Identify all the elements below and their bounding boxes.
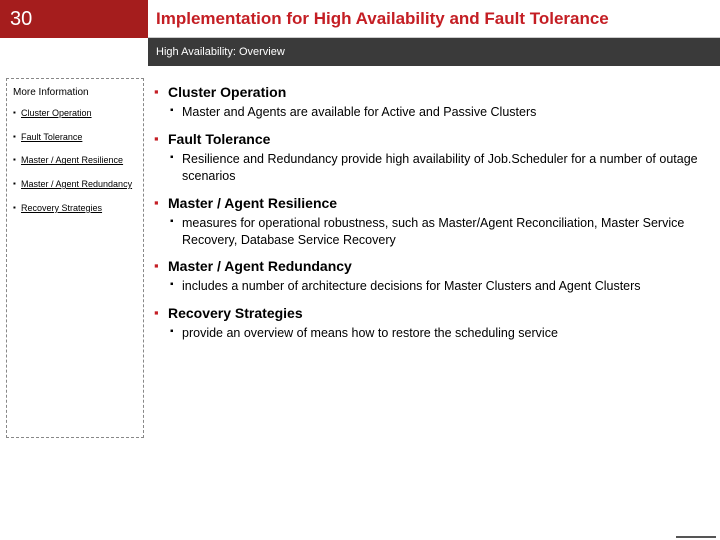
- sidebar-item-master-agent-resilience: Master / Agent Resilience: [13, 155, 137, 167]
- main-content: Cluster Operation Master and Agents are …: [148, 78, 720, 438]
- sidebar: More Information Cluster Operation Fault…: [6, 78, 144, 438]
- section-head-master-agent-resilience: Master / Agent Resilience: [154, 195, 706, 211]
- body: More Information Cluster Operation Fault…: [0, 66, 720, 438]
- sidebar-link[interactable]: Master / Agent Resilience: [21, 155, 123, 165]
- section-body-cluster-operation: Master and Agents are available for Acti…: [154, 104, 706, 121]
- sidebar-list: Cluster Operation Fault Tolerance Master…: [13, 108, 137, 214]
- sidebar-item-fault-tolerance: Fault Tolerance: [13, 132, 137, 144]
- section-body-fault-tolerance: Resilience and Redundancy provide high a…: [154, 151, 706, 185]
- sidebar-link[interactable]: Cluster Operation: [21, 108, 92, 118]
- sidebar-item-master-agent-redundancy: Master / Agent Redundancy: [13, 179, 137, 191]
- subheader-spacer: [0, 38, 148, 66]
- sidebar-item-cluster-operation: Cluster Operation: [13, 108, 137, 120]
- subtitle: High Availability: Overview: [148, 38, 720, 66]
- sidebar-item-recovery-strategies: Recovery Strategies: [13, 203, 137, 215]
- section-head-recovery-strategies: Recovery Strategies: [154, 305, 706, 321]
- sidebar-link[interactable]: Fault Tolerance: [21, 132, 82, 142]
- section-head-fault-tolerance: Fault Tolerance: [154, 131, 706, 147]
- section-head-cluster-operation: Cluster Operation: [154, 84, 706, 100]
- sidebar-link[interactable]: Master / Agent Redundancy: [21, 179, 132, 189]
- section-body-master-agent-redundancy: includes a number of architecture decisi…: [154, 278, 706, 295]
- page-title: Implementation for High Availability and…: [148, 0, 720, 38]
- header: 30 Implementation for High Availability …: [0, 0, 720, 38]
- section-body-recovery-strategies: provide an overview of means how to rest…: [154, 325, 706, 342]
- slide-number: 30: [0, 0, 148, 38]
- footer-decoration: [676, 536, 716, 538]
- subheader: High Availability: Overview: [0, 38, 720, 66]
- sidebar-link[interactable]: Recovery Strategies: [21, 203, 102, 213]
- section-head-master-agent-redundancy: Master / Agent Redundancy: [154, 258, 706, 274]
- sidebar-heading: More Information: [13, 87, 137, 98]
- section-body-master-agent-resilience: measures for operational robustness, suc…: [154, 215, 706, 249]
